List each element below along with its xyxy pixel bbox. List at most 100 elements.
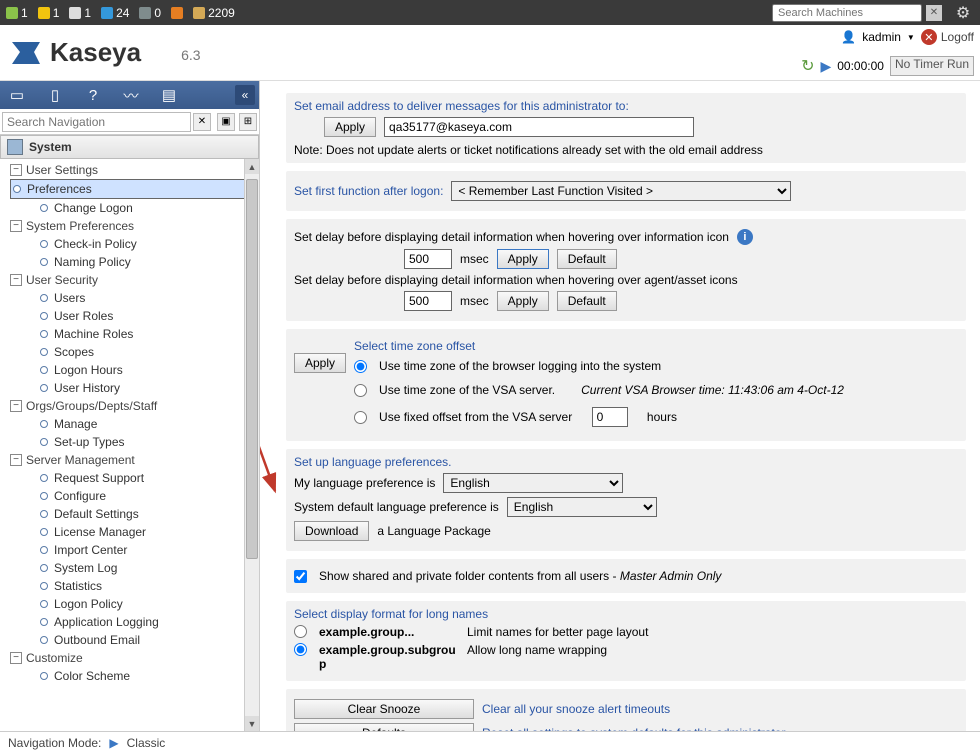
- display-truncate-desc: Limit names for better page layout: [467, 625, 648, 639]
- logoff-icon: ✕: [921, 29, 937, 45]
- nav-item-machine-roles[interactable]: Machine Roles: [10, 325, 259, 343]
- nav-item-users[interactable]: Users: [10, 289, 259, 307]
- user-name[interactable]: kadmin: [862, 30, 901, 44]
- nav-tree: −User Settings Preferences Change Logon …: [0, 159, 259, 731]
- lang-my-label: My language preference is: [294, 476, 435, 490]
- nav-item-outbound-email[interactable]: Outbound Email: [10, 631, 259, 649]
- nav-item-color-scheme[interactable]: Color Scheme: [10, 667, 259, 685]
- apply-delay1-button[interactable]: Apply: [497, 249, 549, 269]
- book-icon[interactable]: ▭: [4, 84, 30, 106]
- apply-timezone-button[interactable]: Apply: [294, 353, 346, 373]
- nav-group-user-settings[interactable]: −User Settings: [10, 161, 259, 179]
- tool-strip: ▭ ▯ ? 〰 ▤ «: [0, 81, 259, 109]
- apply-email-button[interactable]: Apply: [324, 117, 376, 137]
- tz-option-server[interactable]: Use time zone of the VSA server. Current…: [354, 383, 958, 397]
- timer-status[interactable]: No Timer Run: [890, 56, 974, 76]
- info-icon: i: [737, 229, 753, 245]
- email-input[interactable]: [384, 117, 694, 137]
- shared-folders-checkbox[interactable]: Show shared and private folder contents …: [294, 569, 958, 583]
- nav-item-user-history[interactable]: User History: [10, 379, 259, 397]
- nav-item-default-settings[interactable]: Default Settings: [10, 505, 259, 523]
- nav-item-manage[interactable]: Manage: [10, 415, 259, 433]
- nav-item-checkin-policy[interactable]: Check-in Policy: [10, 235, 259, 253]
- collapse-panel-icon[interactable]: «: [235, 85, 255, 105]
- nav-mode-value[interactable]: Classic: [127, 736, 166, 750]
- tz-option-fixed[interactable]: Use fixed offset from the VSA server hou…: [354, 407, 958, 427]
- clipboard-icon[interactable]: ▤: [156, 84, 182, 106]
- nav-item-request-support[interactable]: Request Support: [10, 469, 259, 487]
- lang-sys-select[interactable]: English: [507, 497, 657, 517]
- system-header[interactable]: System: [0, 135, 259, 159]
- default-delay2-button[interactable]: Default: [557, 291, 617, 311]
- gear-icon[interactable]: ⚙: [952, 2, 974, 24]
- nav-item-application-logging[interactable]: Application Logging: [10, 613, 259, 631]
- content-pane: Set email address to deliver messages fo…: [260, 81, 980, 731]
- clear-search-icon[interactable]: ✕: [193, 113, 211, 131]
- download-lang-button[interactable]: Download: [294, 521, 369, 541]
- email-heading: Set email address to deliver messages fo…: [294, 99, 958, 113]
- first-function-label: Set first function after logon:: [294, 184, 443, 198]
- nav-item-license-manager[interactable]: License Manager: [10, 523, 259, 541]
- nav-group-system-preferences[interactable]: −System Preferences: [10, 217, 259, 235]
- nav-item-naming-policy[interactable]: Naming Policy: [10, 253, 259, 271]
- play-small-icon: ▶: [109, 736, 118, 750]
- nav-item-change-logon[interactable]: Change Logon: [10, 199, 259, 217]
- stat-mail[interactable]: 1: [69, 6, 91, 20]
- lang-my-select[interactable]: English: [443, 473, 623, 493]
- delay2-input[interactable]: [404, 291, 452, 311]
- nav-item-configure[interactable]: Configure: [10, 487, 259, 505]
- nav-item-setup-types[interactable]: Set-up Types: [10, 433, 259, 451]
- tz-offset-input[interactable]: [592, 407, 628, 427]
- bookmark-icon[interactable]: ▯: [42, 84, 68, 106]
- stat-rss[interactable]: [171, 7, 183, 19]
- email-note: Note: Does not update alerts or ticket n…: [294, 143, 958, 157]
- default-delay1-button[interactable]: Default: [557, 249, 617, 269]
- scroll-up-icon[interactable]: ▲: [245, 159, 259, 174]
- user-dropdown-icon[interactable]: ▼: [907, 33, 915, 42]
- nav-group-orgs[interactable]: −Orgs/Groups/Depts/Staff: [10, 397, 259, 415]
- nav-group-server-mgmt[interactable]: −Server Management: [10, 451, 259, 469]
- nav-item-scopes[interactable]: Scopes: [10, 343, 259, 361]
- nav-item-import-center[interactable]: Import Center: [10, 541, 259, 559]
- stat-monitor[interactable]: 24: [101, 6, 129, 20]
- apply-delay2-button[interactable]: Apply: [497, 291, 549, 311]
- nav-scrollbar[interactable]: ▲ ▼: [244, 159, 259, 731]
- nav-item-preferences[interactable]: Preferences: [10, 179, 259, 199]
- search-navigation-input[interactable]: [2, 112, 191, 132]
- scroll-thumb[interactable]: [246, 179, 258, 559]
- delay-info-label: Set delay before displaying detail infor…: [294, 230, 729, 244]
- nav-item-logon-policy[interactable]: Logon Policy: [10, 595, 259, 613]
- scroll-down-icon[interactable]: ▼: [245, 716, 259, 731]
- nav-group-user-security[interactable]: −User Security: [10, 271, 259, 289]
- display-truncate-radio[interactable]: [294, 625, 307, 638]
- defaults-button[interactable]: Defaults: [294, 723, 474, 731]
- stat-tag[interactable]: 2209: [193, 6, 235, 20]
- stat-server[interactable]: 0: [139, 6, 161, 20]
- stat-lightbulb-green[interactable]: 1: [6, 6, 28, 20]
- collapse-tree-icon[interactable]: ▣: [217, 113, 235, 131]
- stat-lightbulb-yellow[interactable]: 1: [38, 6, 60, 20]
- header-bar: Kaseya 6.3 👤 kadmin ▼ ✕ Logoff ↻ ▶ 00:00…: [0, 25, 980, 81]
- search-clear-icon[interactable]: ✕: [926, 5, 942, 21]
- play-icon[interactable]: ▶: [820, 58, 831, 75]
- refresh-icon[interactable]: ↻: [801, 56, 814, 76]
- display-wrap-radio[interactable]: [294, 643, 307, 656]
- display-format-heading: Select display format for long names: [294, 607, 958, 621]
- display-wrap-example: example.group.subgroup: [319, 643, 459, 671]
- delay1-unit: msec: [460, 252, 489, 266]
- tz-option-browser[interactable]: Use time zone of the browser logging int…: [354, 359, 958, 373]
- lang-pkg-label: a Language Package: [377, 524, 490, 538]
- help-icon[interactable]: ?: [80, 84, 106, 106]
- clear-snooze-button[interactable]: Clear Snooze: [294, 699, 474, 719]
- first-function-select[interactable]: < Remember Last Function Visited >: [451, 181, 791, 201]
- nav-group-customize[interactable]: −Customize: [10, 649, 259, 667]
- chart-icon[interactable]: 〰: [118, 84, 144, 106]
- nav-item-system-log[interactable]: System Log: [10, 559, 259, 577]
- expand-tree-icon[interactable]: ⊞: [239, 113, 257, 131]
- logoff-button[interactable]: ✕ Logoff: [921, 29, 974, 45]
- nav-item-user-roles[interactable]: User Roles: [10, 307, 259, 325]
- delay1-input[interactable]: [404, 249, 452, 269]
- nav-item-statistics[interactable]: Statistics: [10, 577, 259, 595]
- search-machines-input[interactable]: [772, 4, 922, 22]
- nav-item-logon-hours[interactable]: Logon Hours: [10, 361, 259, 379]
